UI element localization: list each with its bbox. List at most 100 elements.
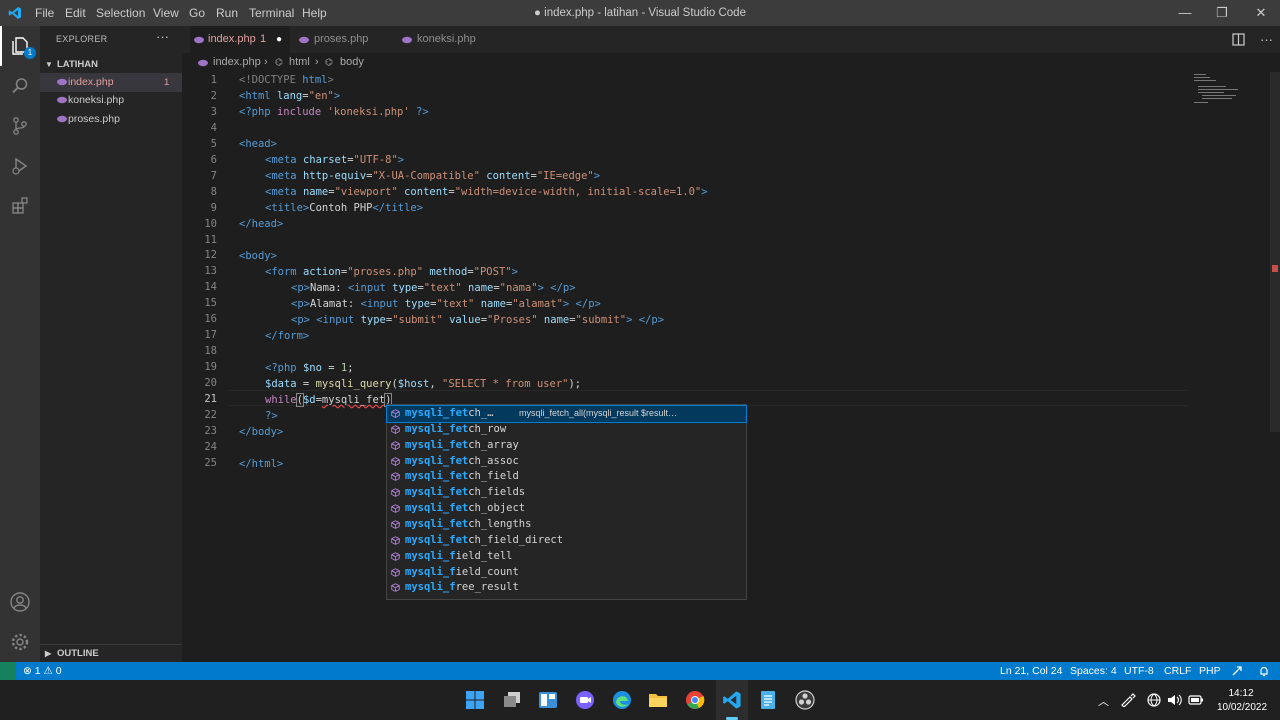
code-line-12: <body> bbox=[239, 250, 277, 262]
more-actions-button[interactable]: ··· bbox=[1260, 26, 1273, 53]
obs-studio-icon[interactable] bbox=[795, 690, 815, 710]
source-control-activity-button[interactable] bbox=[0, 106, 40, 146]
feedback-icon[interactable] bbox=[1231, 665, 1243, 677]
suggestion-item[interactable]: mysqli_fetch_object bbox=[387, 501, 746, 517]
edge-browser-icon[interactable] bbox=[612, 690, 632, 710]
suggestion-match: mysqli_fet bbox=[405, 470, 469, 483]
language-mode[interactable]: PHP bbox=[1199, 662, 1221, 680]
minimize-button[interactable]: — bbox=[1167, 0, 1203, 26]
suggestion-match: mysqli_fet bbox=[405, 438, 469, 451]
suggestion-item[interactable]: mysqli_field_tell bbox=[387, 549, 746, 565]
code-line-9: <title>Contoh PHP</title> bbox=[265, 202, 424, 214]
line-number: 3 bbox=[210, 105, 217, 118]
breadcrumb-file[interactable]: index.php bbox=[213, 53, 261, 72]
search-activity-button[interactable] bbox=[0, 66, 40, 106]
suggestion-rest: ch_fields bbox=[468, 486, 526, 499]
suggestion-item[interactable]: mysqli_fetch_array bbox=[387, 438, 746, 454]
menu-terminal[interactable]: Terminal bbox=[249, 0, 294, 26]
vertical-scrollbar[interactable] bbox=[1270, 72, 1280, 432]
suggestion-label: mysqli_fetch_assoc bbox=[405, 454, 519, 470]
tab-label: proses.php bbox=[314, 33, 369, 45]
code-line-25: </html> bbox=[239, 458, 284, 470]
extensions-activity-button[interactable] bbox=[0, 186, 40, 226]
notepad-icon[interactable] bbox=[758, 690, 778, 710]
cursor-position[interactable]: Ln 21, Col 24 bbox=[1000, 662, 1062, 680]
code-line-14: <p>Nama: <input type="text" name="nama">… bbox=[291, 282, 576, 294]
suggestion-item[interactable]: mysqli_fetch_row bbox=[387, 422, 746, 438]
suggestion-rest: ch_row bbox=[468, 422, 507, 435]
method-cube-icon bbox=[391, 520, 400, 529]
code-line-17: </form> bbox=[265, 330, 310, 342]
accounts-activity-button[interactable] bbox=[0, 582, 40, 622]
tab-index-php[interactable]: index.php 1 ● bbox=[190, 26, 290, 53]
menu-selection[interactable]: Selection bbox=[96, 0, 145, 26]
suggestion-item[interactable]: mysqli_fetch_lengths bbox=[387, 517, 746, 533]
unsaved-dot-icon[interactable]: ● bbox=[276, 26, 282, 53]
code-line-6: <meta charset="UTF-8"> bbox=[265, 154, 405, 166]
line-number: 14 bbox=[204, 281, 217, 294]
breadcrumb-body[interactable]: body bbox=[340, 53, 364, 72]
explorer-more-actions-button[interactable]: ··· bbox=[156, 29, 169, 44]
suggestion-item[interactable]: mysqli_fetch_fields bbox=[387, 485, 746, 501]
menu-go[interactable]: Go bbox=[189, 0, 205, 26]
code-line-20: $data = mysqli_query($host, "SELECT * fr… bbox=[265, 378, 582, 390]
run-debug-activity-button[interactable] bbox=[0, 146, 40, 186]
file-explorer-icon[interactable] bbox=[648, 690, 668, 710]
volume-icon[interactable] bbox=[1167, 693, 1182, 707]
menu-help[interactable]: Help bbox=[302, 0, 327, 26]
teams-chat-icon[interactable] bbox=[575, 690, 595, 710]
suggestion-item[interactable]: mysqli_fetch_assoc bbox=[387, 454, 746, 470]
clock-date[interactable]: 10/02/2022 bbox=[1213, 702, 1271, 713]
pen-icon[interactable] bbox=[1120, 693, 1136, 707]
file-index-php[interactable]: index.php 1 bbox=[40, 73, 182, 92]
folder-latihan[interactable]: ▼ LATIHAN bbox=[40, 56, 182, 74]
php-file-icon bbox=[57, 78, 67, 86]
element-icon: ⌬ bbox=[325, 57, 333, 67]
suggestion-item[interactable]: mysqli_fetch_field bbox=[387, 469, 746, 485]
split-editor-icon[interactable] bbox=[1232, 33, 1245, 46]
tab-proses-php[interactable]: proses.php bbox=[290, 26, 392, 53]
menu-edit[interactable]: Edit bbox=[65, 0, 86, 26]
autocomplete-suggestions[interactable]: mysqli_fetch_… mysqli_fetch_all(mysqli_re… bbox=[386, 404, 747, 600]
end-of-line[interactable]: CRLF bbox=[1164, 662, 1191, 680]
tray-overflow-chevron-icon[interactable]: ︿ bbox=[1098, 693, 1109, 709]
tab-koneksi-php[interactable]: koneksi.php bbox=[392, 26, 502, 53]
remote-indicator[interactable] bbox=[0, 662, 16, 680]
bell-icon[interactable] bbox=[1258, 665, 1270, 677]
suggestion-label: mysqli_fetch_array bbox=[405, 438, 519, 454]
outline-section[interactable]: ▶ OUTLINE bbox=[40, 644, 182, 663]
clock-time[interactable]: 14:12 bbox=[1215, 688, 1267, 699]
menu-file[interactable]: File bbox=[35, 0, 54, 26]
windows-start-icon[interactable] bbox=[465, 690, 485, 710]
chrome-browser-icon[interactable] bbox=[685, 690, 705, 710]
encoding[interactable]: UTF-8 bbox=[1124, 662, 1154, 680]
suggestion-item[interactable]: mysqli_fetch_… mysqli_fetch_all(mysqli_re… bbox=[386, 405, 747, 423]
task-view-icon[interactable] bbox=[502, 690, 522, 710]
minimap[interactable] bbox=[1192, 72, 1262, 112]
suggestion-detail: mysqli_fetch_all(mysqli_result $result… bbox=[519, 408, 678, 418]
indentation[interactable]: Spaces: 4 bbox=[1070, 662, 1117, 680]
explorer-activity-button[interactable]: 1 bbox=[0, 26, 40, 66]
menu-view[interactable]: View bbox=[153, 0, 179, 26]
maximize-button[interactable]: ❐ bbox=[1204, 0, 1240, 26]
file-proses-php[interactable]: proses.php bbox=[40, 110, 182, 129]
breadcrumb-html[interactable]: html bbox=[289, 53, 310, 72]
method-cube-icon bbox=[391, 425, 400, 434]
widgets-icon[interactable] bbox=[538, 690, 558, 710]
vscode-taskbar-button[interactable] bbox=[716, 680, 748, 720]
battery-icon[interactable] bbox=[1188, 694, 1204, 706]
line-number: 11 bbox=[204, 233, 217, 246]
suggestion-item[interactable]: mysqli_field_count bbox=[387, 565, 746, 581]
menu-run[interactable]: Run bbox=[216, 0, 238, 26]
close-button[interactable]: ✕ bbox=[1243, 0, 1279, 26]
line-number: 17 bbox=[204, 329, 217, 342]
network-globe-icon[interactable] bbox=[1147, 693, 1161, 707]
suggestion-rest: ield_tell bbox=[455, 549, 513, 562]
problems-indicator[interactable]: ⊗ 1 ⚠ 0 bbox=[23, 662, 62, 680]
explorer-sidebar: EXPLORER ··· ▼ LATIHAN index.php 1 konek… bbox=[40, 26, 182, 662]
file-koneksi-php[interactable]: koneksi.php bbox=[40, 91, 182, 110]
manage-activity-button[interactable] bbox=[0, 622, 40, 662]
suggestion-item[interactable]: mysqli_fetch_field_direct bbox=[387, 533, 746, 549]
suggestion-item[interactable]: mysqli_free_result bbox=[387, 580, 746, 596]
chevron-right-icon: ▶ bbox=[45, 649, 52, 658]
